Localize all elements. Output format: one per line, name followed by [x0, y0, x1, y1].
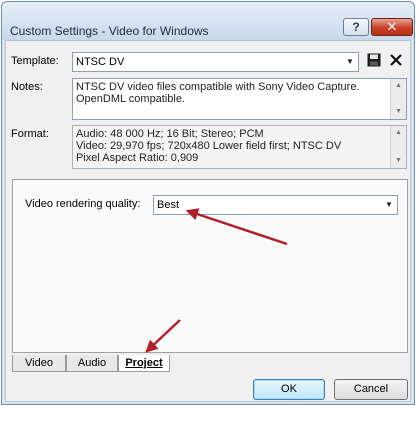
template-value: NTSC DV [76, 56, 125, 68]
format-line-audio: Audio: 48 000 Hz; 16 Bit; Stereo; PCM [76, 128, 264, 140]
video-rendering-quality-select[interactable]: Best ▼ [153, 195, 398, 215]
video-rendering-quality-value: Best [157, 199, 180, 211]
scroll-up-icon[interactable]: ▲ [391, 126, 406, 140]
ok-button[interactable]: OK [253, 379, 325, 400]
close-button[interactable]: ✕ [371, 18, 413, 36]
format-line-video: Video: 29,970 fps; 720x480 Lower field f… [76, 140, 342, 152]
cancel-button[interactable]: Cancel [334, 379, 408, 400]
scroll-down-icon[interactable]: ▼ [391, 105, 406, 119]
window-title: Custom Settings - Video for Windows [10, 24, 209, 38]
help-button[interactable]: ? [343, 18, 369, 36]
delete-icon[interactable] [387, 53, 405, 71]
format-line-par: Pixel Aspect Ratio: 0,909 [76, 152, 199, 164]
scroll-up-icon[interactable]: ▲ [391, 79, 406, 93]
template-select[interactable]: NTSC DV ▼ [72, 52, 359, 72]
chevron-down-icon: ▼ [346, 57, 354, 66]
template-label: Template: [11, 55, 59, 67]
tab-video[interactable]: Video [12, 355, 66, 372]
tab-audio[interactable]: Audio [66, 355, 118, 372]
project-tab-panel: Video rendering quality: Best ▼ [12, 179, 408, 353]
scroll-down-icon[interactable]: ▼ [391, 154, 406, 168]
tab-strip: Video Audio Project [12, 355, 408, 373]
save-icon[interactable] [365, 53, 383, 71]
format-scrollbar[interactable]: ▲ ▼ [390, 126, 406, 168]
notes-line-2: OpenDML compatible. [76, 93, 186, 105]
notes-label: Notes: [11, 81, 43, 93]
custom-settings-dialog: Custom Settings - Video for Windows ? ✕ … [1, 1, 415, 405]
tab-project[interactable]: Project [118, 355, 170, 372]
format-label: Format: [11, 128, 49, 140]
chevron-down-icon: ▼ [385, 200, 393, 209]
video-rendering-quality-label: Video rendering quality: [25, 198, 141, 210]
title-bar[interactable]: Custom Settings - Video for Windows ? ✕ [2, 2, 414, 40]
format-textarea: Audio: 48 000 Hz; 16 Bit; Stereo; PCM Vi… [72, 125, 407, 169]
notes-textarea[interactable]: NTSC DV video files compatible with Sony… [72, 78, 407, 120]
notes-scrollbar[interactable]: ▲ ▼ [390, 79, 406, 119]
notes-line-1: NTSC DV video files compatible with Sony… [76, 81, 360, 93]
